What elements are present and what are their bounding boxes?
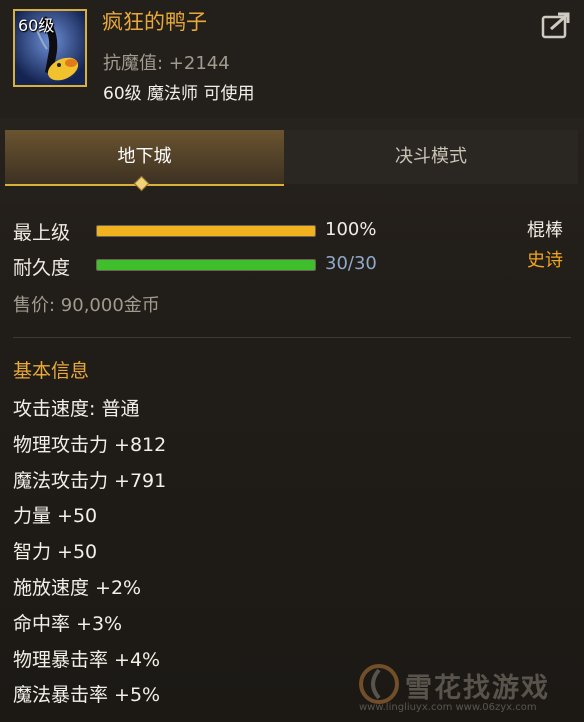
site-watermark: 雪花找游戏 www.lingliuyx.com www.06zyx.com [357, 662, 577, 718]
mode-tabs: 地下城 决斗模式 [0, 130, 584, 186]
durability-bar [96, 259, 316, 271]
tab-dungeon[interactable]: 地下城 [5, 130, 284, 186]
rarity-label: 史诗 [527, 250, 563, 271]
sell-price: 售价: 90,000金币 [13, 295, 160, 316]
anti-magic-value: 抗魔值: +2144 [103, 53, 230, 74]
upgrade-bar-fill [97, 226, 315, 236]
watermark-logo-icon [359, 664, 399, 704]
item-name: 疯狂的鸭子 [102, 10, 207, 34]
upgrade-value: 100% [325, 219, 377, 240]
upgrade-bar [96, 225, 316, 237]
attribute-item: 魔法暴击率 +5% [13, 684, 161, 707]
share-icon[interactable] [541, 11, 571, 39]
upgrade-label: 最上级 [13, 222, 71, 244]
tab-duel-mode[interactable]: 决斗模式 [284, 130, 578, 184]
durability-bar-fill [97, 260, 315, 270]
attribute-item: 智力 +50 [13, 541, 98, 564]
attribute-item: 命中率 +3% [13, 612, 123, 635]
attribute-item: 魔法攻击力 +791 [13, 469, 167, 492]
item-level-badge: 60级 [18, 16, 55, 35]
basic-info-title: 基本信息 [13, 360, 90, 382]
item-tooltip-panel: 60级 疯狂的鸭子 抗魔值: +2144 60级 魔法师 可使用 地下城 决斗模… [0, 0, 584, 722]
attribute-item: 力量 +50 [13, 505, 98, 528]
attribute-item: 攻击速度: 普通 [13, 398, 140, 420]
attribute-item: 物理攻击力 +812 [13, 433, 167, 456]
durability-value: 30/30 [325, 253, 377, 274]
durability-label: 耐久度 [13, 257, 71, 279]
section-divider [13, 337, 571, 338]
item-header: 60级 疯狂的鸭子 抗魔值: +2144 60级 魔法师 可使用 [0, 0, 584, 118]
watermark-url: www.lingliuyx.com www.06zyx.com [359, 702, 537, 713]
watermark-brand: 雪花找游戏 [405, 673, 550, 704]
attribute-item: 物理暴击率 +4% [13, 648, 161, 671]
item-icon-frame[interactable]: 60级 [13, 9, 87, 87]
weapon-type: 棍棒 [527, 220, 563, 241]
usage-requirement: 60级 魔法师 可使用 [103, 84, 255, 104]
attribute-list: 攻击速度: 普通物理攻击力 +812 魔法攻击力 +791 力量 +50 智力 +50… [13, 396, 166, 718]
attribute-item: 施放速度 +2% [13, 576, 142, 599]
